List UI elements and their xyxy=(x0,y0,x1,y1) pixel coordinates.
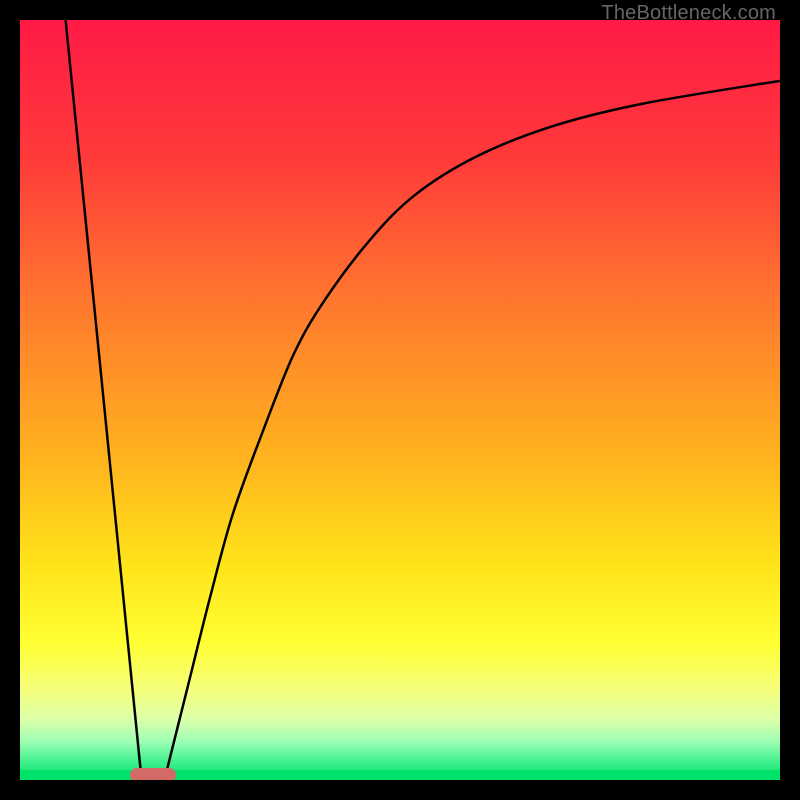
minimum-marker xyxy=(130,768,176,780)
curve-left-branch xyxy=(66,20,142,780)
chart-frame: TheBottleneck.com xyxy=(0,0,800,800)
curve-right-branch xyxy=(164,81,780,780)
plot-area xyxy=(20,20,780,780)
curve-layer xyxy=(20,20,780,780)
